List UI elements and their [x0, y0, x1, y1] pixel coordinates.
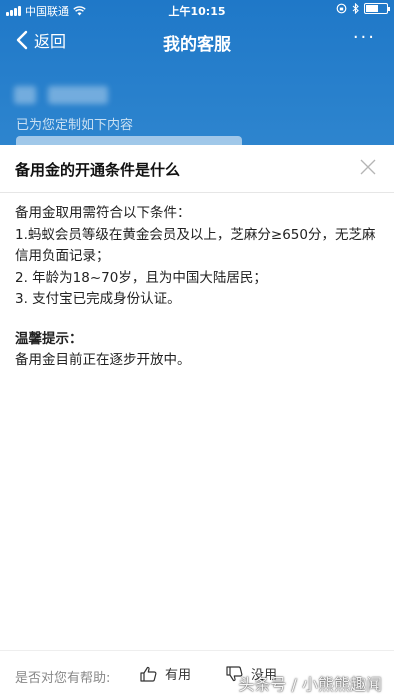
rotation-lock-icon [336, 3, 347, 14]
useful-button[interactable]: 有用 [140, 664, 191, 683]
answer-content: 备用金取用需符合以下条件： 1.蚂蚁会员等级在黄金会员及以上，芝麻分≥650分，… [15, 203, 381, 372]
more-button[interactable]: ··· [353, 27, 376, 48]
status-right [336, 3, 390, 14]
thumbs-up-icon [140, 666, 157, 682]
tip-title: 温馨提示： [15, 330, 83, 347]
greeting-text: 已为您定制如下内容 [16, 118, 134, 133]
nav-bar: 返回 我的客服 ··· [0, 24, 394, 60]
battery-icon [364, 3, 390, 14]
sheet-title: 备用金的开通条件是什么 [15, 161, 181, 179]
answer-sheet: 备用金的开通条件是什么 备用金取用需符合以下条件： 1.蚂蚁会员等级在黄金会员及… [0, 145, 394, 699]
useful-label: 有用 [165, 668, 192, 683]
bluetooth-icon [352, 3, 359, 14]
intro-text: 备用金取用需符合以下条件： [15, 205, 191, 221]
condition-item-1: 1.蚂蚁会员等级在黄金会员及以上，芝麻分≥650分，无芝麻信用负面记录； [15, 226, 376, 265]
tip-text: 备用金目前正在逐步开放中。 [15, 352, 191, 368]
condition-item-2: 2. 年龄为18~70岁，且为中国大陆居民； [15, 269, 267, 286]
feedback-question: 是否对您有帮助: [15, 671, 111, 686]
page-title: 我的客服 [163, 35, 231, 55]
condition-item-3: 3. 支付宝已完成身份认证。 [15, 291, 181, 307]
blurred-user-name [14, 86, 108, 104]
close-icon[interactable] [356, 155, 380, 179]
sheet-header: 备用金的开通条件是什么 [0, 145, 394, 193]
watermark: 头条号 / 小熊熊趣闻 [238, 675, 382, 694]
status-time: 上午10:15 [168, 5, 226, 18]
status-bar: 中国联通 上午10:15 [0, 0, 394, 20]
